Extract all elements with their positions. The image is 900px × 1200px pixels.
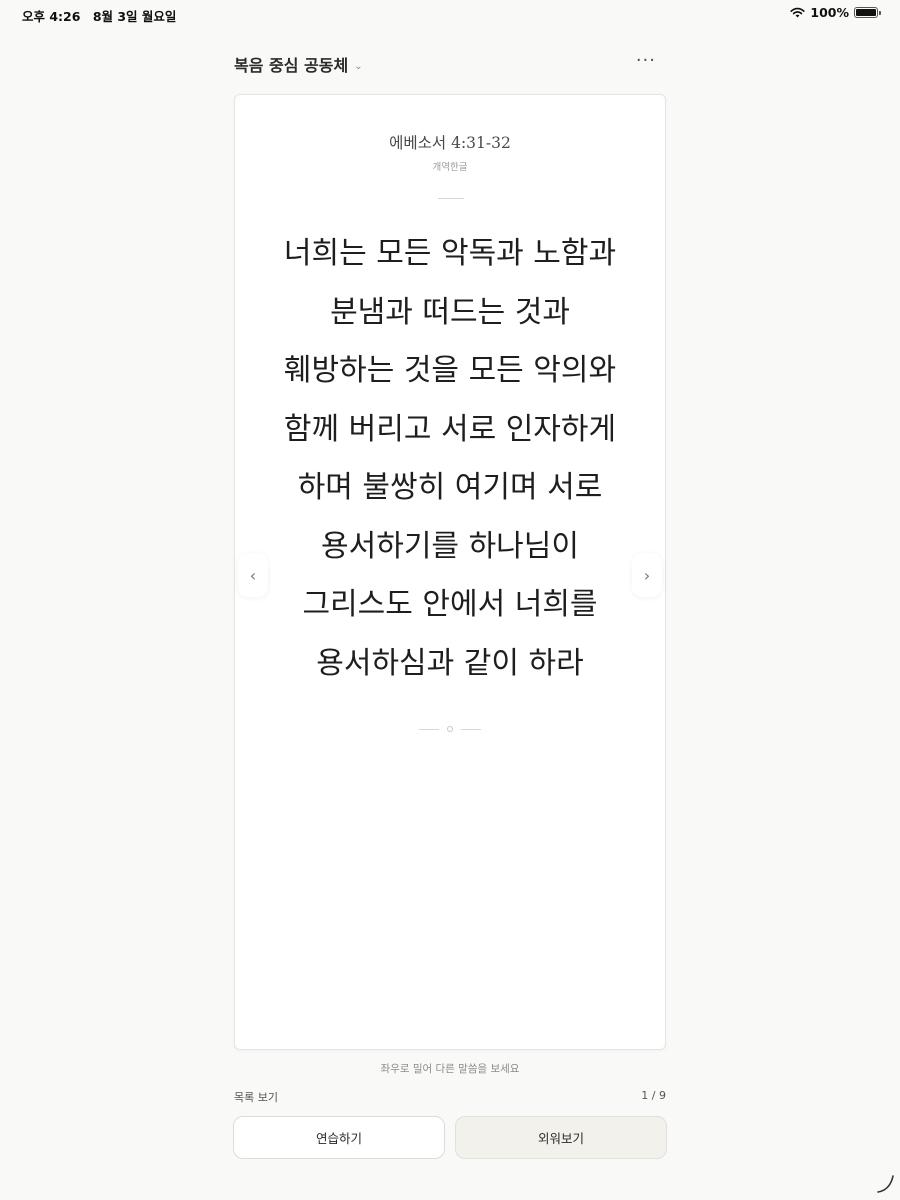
- ornament-line: [461, 728, 481, 730]
- battery-icon: [854, 7, 881, 18]
- wifi-icon: [790, 7, 805, 18]
- next-verse-button[interactable]: ›: [632, 553, 662, 597]
- bible-version: 개역한글: [432, 162, 468, 173]
- page-counter: 1 / 9: [641, 1089, 666, 1102]
- verse-line: 분냄과 떠드는 것과: [330, 294, 570, 330]
- divider: [438, 198, 464, 199]
- battery-percent: 100%: [810, 5, 849, 20]
- ornament-line: [419, 728, 439, 730]
- verse-reference: 에베소서 4:31-32: [389, 134, 511, 152]
- memorize-button-label: 외워보기: [537, 1131, 584, 1146]
- list-view-link[interactable]: 목록 보기: [234, 1089, 278, 1105]
- status-time: 오후 4:26: [22, 9, 81, 24]
- verse-card[interactable]: 에베소서 4:31-32 개역한글 너희는 모든 악독과 노함과 분냄과 떠드는…: [234, 94, 666, 1050]
- chevron-down-icon: ⌄: [354, 60, 363, 72]
- verse-line: 하며 불쌍히 여기며 서로: [297, 470, 603, 505]
- verse-line: 용서하심과 같이 하라: [316, 645, 584, 681]
- memorize-button[interactable]: 외워보기: [455, 1116, 667, 1159]
- practice-button-label: 연습하기: [315, 1131, 362, 1146]
- chevron-left-icon: ‹: [249, 565, 257, 585]
- more-icon[interactable]: ···: [636, 50, 656, 71]
- ornament-dot: [447, 726, 453, 732]
- verse-line: 용서하기를 하나님이: [321, 528, 579, 564]
- status-date: 8월 3일 월요일: [92, 9, 177, 24]
- status-indicators: 100%: [790, 5, 881, 20]
- chevron-right-icon: ›: [643, 565, 651, 585]
- ornament-divider: [235, 726, 665, 732]
- group-selector[interactable]: 복음 중심 공동체 ⌄: [234, 52, 363, 76]
- verse-line: 너희는 모든 악독과 노함과: [283, 236, 617, 271]
- practice-button[interactable]: 연습하기: [233, 1116, 445, 1159]
- status-datetime: 오후 4:26 8월 3일 월요일: [22, 6, 184, 25]
- verse-line: 함께 버리고 서로 인자하게: [283, 411, 617, 447]
- verse-line: 훼방하는 것을 모든 악의와: [283, 353, 617, 388]
- swipe-hint: 좌우로 밀어 다른 말씀을 보세요: [380, 1063, 520, 1075]
- header: 복음 중심 공동체 ⌄ ···: [234, 50, 666, 78]
- status-bar: 오후 4:26 8월 3일 월요일 100%: [0, 0, 900, 28]
- group-title: 복음 중심 공동체: [234, 56, 349, 75]
- verse-text: 너희는 모든 악독과 노함과 분냄과 떠드는 것과 훼방하는 것을 모든 악의와…: [235, 225, 665, 693]
- verse-line: 그리스도 안에서 너희를: [302, 587, 598, 622]
- prev-verse-button[interactable]: ‹: [238, 553, 268, 597]
- resize-handle-icon: [877, 1175, 894, 1193]
